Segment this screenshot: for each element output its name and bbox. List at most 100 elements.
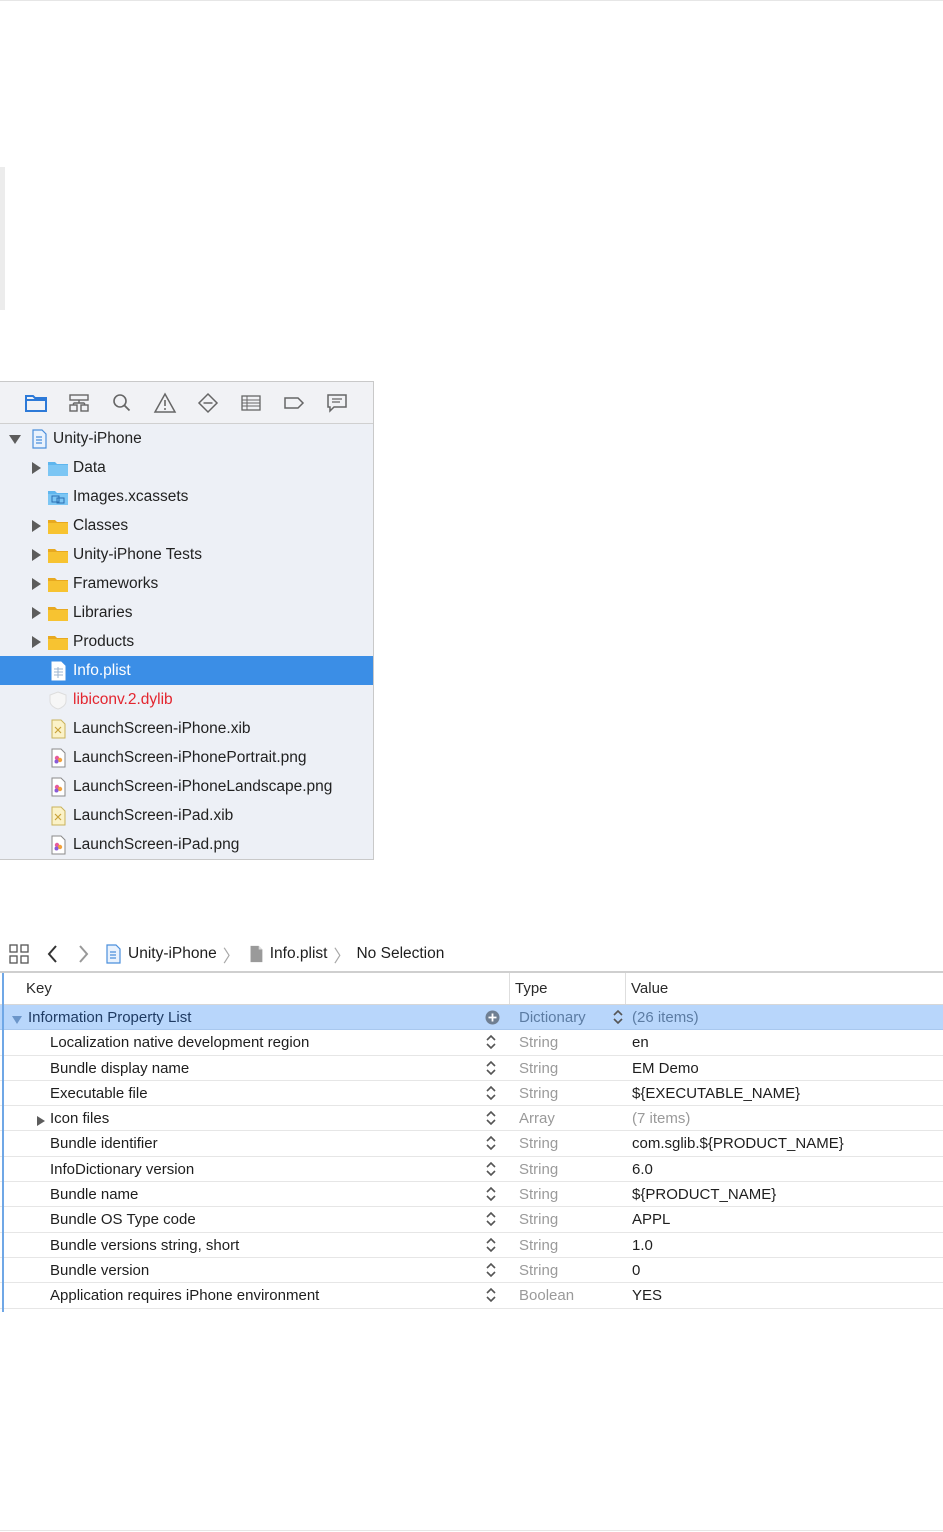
plist-key[interactable]: Executable file	[50, 1085, 148, 1102]
column-header-value[interactable]: Value	[631, 980, 668, 997]
file-tree-row[interactable]: Classes	[0, 511, 373, 540]
search-navigator-tab[interactable]	[100, 388, 143, 418]
plist-type[interactable]: String	[519, 1237, 558, 1254]
plist-key[interactable]: Bundle version	[50, 1262, 149, 1279]
plist-type[interactable]: String	[519, 1211, 558, 1228]
breakpoint-navigator-tab[interactable]	[272, 388, 315, 418]
key-stepper-icon[interactable]	[484, 1236, 498, 1254]
key-stepper-icon[interactable]	[484, 1033, 498, 1051]
plist-value[interactable]: 1.0	[632, 1237, 653, 1254]
file-tree-row[interactable]: Products	[0, 627, 373, 656]
disclosure-triangle-closed-icon[interactable]	[30, 635, 42, 648]
disclosure-triangle-closed-icon[interactable]	[30, 461, 42, 474]
key-stepper-icon[interactable]	[484, 1160, 498, 1178]
plist-value[interactable]: ${PRODUCT_NAME}	[632, 1186, 776, 1203]
plist-type[interactable]: Boolean	[519, 1287, 574, 1304]
file-tree-row[interactable]: Frameworks	[0, 569, 373, 598]
file-tree-row[interactable]: LaunchScreen-iPhonePortrait.png	[0, 743, 373, 772]
file-tree-row[interactable]: LaunchScreen-iPhone.xib	[0, 714, 373, 743]
file-tree-row[interactable]: Unity-iPhone	[0, 424, 373, 453]
key-stepper-icon[interactable]	[484, 1210, 498, 1228]
plist-row[interactable]: Bundle version String 0	[0, 1257, 943, 1284]
plist-value[interactable]: (26 items)	[632, 1009, 699, 1026]
column-header-key[interactable]: Key	[26, 980, 52, 997]
plist-key[interactable]: InfoDictionary version	[50, 1161, 194, 1178]
plist-key[interactable]: Bundle OS Type code	[50, 1211, 196, 1228]
breadcrumb-item[interactable]: No Selection	[356, 945, 444, 963]
file-tree-row[interactable]: LaunchScreen-iPad.png	[0, 830, 373, 859]
key-stepper-icon[interactable]	[484, 1261, 498, 1279]
plist-row[interactable]: Bundle identifier String com.sglib.${PRODU…	[0, 1131, 943, 1157]
plist-value[interactable]: APPL	[632, 1211, 670, 1228]
column-divider[interactable]	[509, 973, 510, 1004]
plist-key[interactable]: Application requires iPhone environment	[50, 1287, 319, 1304]
column-header-type[interactable]: Type	[515, 980, 548, 997]
plist-value[interactable]: com.sglib.${PRODUCT_NAME}	[632, 1135, 844, 1152]
plist-row[interactable]: Bundle versions string, short String 1.0	[0, 1232, 943, 1258]
plist-key[interactable]: Bundle display name	[50, 1060, 189, 1077]
plist-type[interactable]: Array	[519, 1110, 555, 1127]
disclosure-triangle-open-icon[interactable]	[9, 433, 21, 445]
plist-value[interactable]: en	[632, 1034, 649, 1051]
plist-row[interactable]: Localization native development region St…	[0, 1030, 943, 1056]
key-stepper-icon[interactable]	[484, 1084, 498, 1102]
key-stepper-icon[interactable]	[484, 1059, 498, 1077]
list-navigator-tab[interactable]	[229, 388, 272, 418]
disclosure-triangle-closed-icon[interactable]	[30, 548, 42, 561]
key-stepper-icon[interactable]	[484, 1286, 498, 1304]
disclosure-triangle-closed-icon[interactable]	[36, 1113, 46, 1127]
file-tree-row[interactable]: Data	[0, 453, 373, 482]
message-navigator-tab[interactable]	[315, 388, 358, 418]
file-tree-row[interactable]: Info.plist	[0, 656, 373, 685]
plist-root-row[interactable]: Information Property List Dictionary (26 i…	[0, 1005, 943, 1031]
plist-row[interactable]: Executable file String ${EXECUTABLE_NAME}	[0, 1080, 943, 1107]
file-tree-row[interactable]: LaunchScreen-iPhoneLandscape.png	[0, 772, 373, 801]
hierarchy-navigator-tab[interactable]	[57, 388, 100, 418]
plist-type[interactable]: String	[519, 1186, 558, 1203]
plist-type[interactable]: String	[519, 1085, 558, 1102]
key-stepper-icon[interactable]	[484, 1134, 498, 1152]
plist-row[interactable]: Application requires iPhone environment B…	[0, 1283, 943, 1309]
plist-row[interactable]: Bundle OS Type code String APPL	[0, 1207, 943, 1233]
file-tree-row[interactable]: LaunchScreen-iPad.xib	[0, 801, 373, 830]
file-tree-row[interactable]: Images.xcassets	[0, 482, 373, 511]
forward-button[interactable]	[76, 943, 90, 965]
type-stepper-icon[interactable]	[611, 1008, 625, 1026]
test-diamond-navigator-tab[interactable]	[186, 388, 229, 418]
file-tree-row[interactable]: libiconv.2.dylib	[0, 685, 373, 714]
key-stepper-icon[interactable]	[484, 1109, 498, 1127]
disclosure-triangle-closed-icon[interactable]	[30, 577, 42, 590]
plist-value[interactable]: EM Demo	[632, 1060, 699, 1077]
add-item-button[interactable]	[485, 1010, 500, 1025]
plist-key[interactable]: Bundle name	[50, 1186, 138, 1203]
plist-value[interactable]: ${EXECUTABLE_NAME}	[632, 1085, 800, 1102]
breadcrumb-item[interactable]: Unity-iPhone	[102, 944, 217, 964]
plist-row[interactable]: InfoDictionary version String 6.0	[0, 1156, 943, 1183]
plist-value[interactable]: 0	[632, 1262, 640, 1279]
disclosure-triangle-closed-icon[interactable]	[30, 519, 42, 532]
plist-key[interactable]: Localization native development region	[50, 1034, 309, 1051]
plist-value[interactable]: (7 items)	[632, 1110, 690, 1127]
plist-value[interactable]: 6.0	[632, 1161, 653, 1178]
related-items-button[interactable]	[8, 943, 30, 965]
breadcrumb-item[interactable]: Info.plist	[246, 944, 327, 964]
key-stepper-icon[interactable]	[484, 1185, 498, 1203]
file-tree-row[interactable]: Unity-iPhone Tests	[0, 540, 373, 569]
plist-type[interactable]: String	[519, 1262, 558, 1279]
plist-type[interactable]: String	[519, 1135, 558, 1152]
plist-row[interactable]: Icon files Array (7 items)	[0, 1106, 943, 1132]
folder-navigator-tab[interactable]	[14, 388, 57, 418]
plist-type[interactable]: Dictionary	[519, 1009, 586, 1026]
plist-row[interactable]: Bundle display name String EM Demo	[0, 1055, 943, 1081]
file-tree-row[interactable]: Libraries	[0, 598, 373, 627]
column-divider[interactable]	[625, 973, 626, 1004]
disclosure-triangle-closed-icon[interactable]	[30, 606, 42, 619]
plist-row[interactable]: Bundle name String ${PRODUCT_NAME}	[0, 1182, 943, 1208]
plist-type[interactable]: String	[519, 1034, 558, 1051]
plist-type[interactable]: String	[519, 1060, 558, 1077]
disclosure-triangle-open-icon[interactable]	[12, 1012, 22, 1024]
warning-navigator-tab[interactable]	[143, 388, 186, 418]
plist-key[interactable]: Bundle versions string, short	[50, 1237, 239, 1254]
plist-key[interactable]: Icon files	[50, 1110, 109, 1127]
plist-key[interactable]: Bundle identifier	[50, 1135, 158, 1152]
